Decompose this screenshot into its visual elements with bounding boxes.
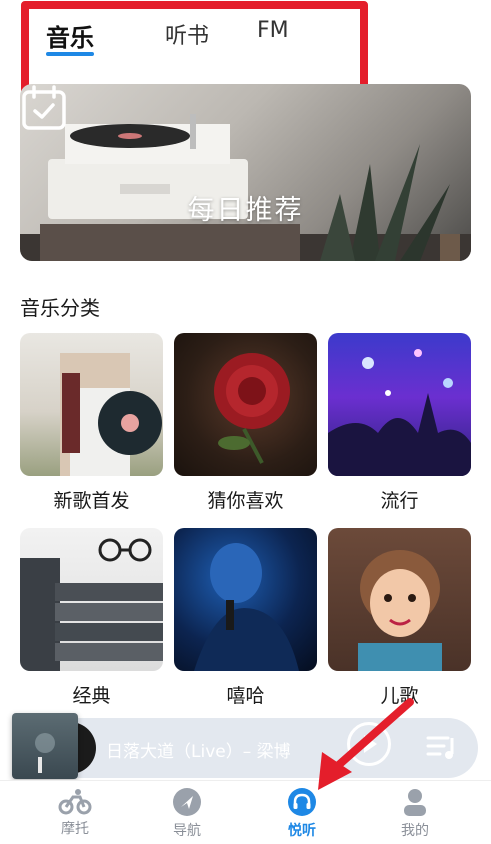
nav-label: 导航 [173, 823, 201, 839]
active-tab-indicator [46, 52, 94, 56]
section-title-music-categories: 音乐分类 [20, 296, 100, 320]
daily-recommendation-banner[interactable]: 每日推荐 [20, 84, 471, 261]
bottom-navigation: 摩托 导航 悦听 我的 [0, 780, 491, 844]
category-image [174, 528, 317, 671]
nav-item-motorbike[interactable]: 摩托 [35, 787, 115, 838]
category-label: 新歌首发 [53, 490, 130, 512]
nav-label: 悦听 [288, 823, 316, 839]
category-label: 儿歌 [380, 685, 419, 707]
category-label: 经典 [72, 685, 111, 707]
nav-item-profile[interactable]: 我的 [375, 787, 455, 840]
profile-icon [404, 789, 426, 816]
category-image [20, 333, 163, 476]
category-pop[interactable]: 流行 [328, 333, 471, 513]
category-image [174, 333, 317, 476]
nav-label: 我的 [401, 823, 429, 839]
album-cover-thumbnail[interactable] [12, 713, 78, 779]
motorbike-icon [58, 789, 92, 815]
category-kids-songs[interactable]: 儿歌 [328, 528, 471, 708]
nav-item-navigation[interactable]: 导航 [147, 787, 227, 840]
category-classic[interactable]: 经典 [20, 528, 163, 708]
category-image [328, 333, 471, 476]
playlist-icon[interactable] [426, 734, 458, 760]
now-playing-title[interactable]: 日落大道（Live）– 梁博 [106, 737, 291, 762]
tab-audiobook[interactable]: 听书 [165, 18, 209, 50]
play-icon[interactable] [347, 722, 391, 766]
headphones-icon [288, 788, 316, 816]
tab-fm[interactable]: FM [257, 18, 289, 43]
category-label: 猜你喜欢 [207, 490, 284, 512]
category-new-releases[interactable]: 新歌首发 [20, 333, 163, 513]
category-hiphop[interactable]: 嘻哈 [174, 528, 317, 708]
category-image [20, 528, 163, 671]
category-label: 流行 [380, 490, 419, 512]
banner-turntable-illustration [20, 114, 471, 261]
calendar-check-icon [22, 85, 66, 130]
navigation-icon [173, 788, 201, 816]
nav-label: 摩托 [61, 821, 89, 837]
banner-title: 每日推荐 [187, 195, 304, 226]
category-guess-you-like[interactable]: 猜你喜欢 [174, 333, 317, 513]
nav-item-listen[interactable]: 悦听 [262, 787, 342, 840]
category-label: 嘻哈 [226, 685, 265, 707]
tab-music[interactable]: 音乐 [46, 18, 94, 53]
category-image [328, 528, 471, 671]
